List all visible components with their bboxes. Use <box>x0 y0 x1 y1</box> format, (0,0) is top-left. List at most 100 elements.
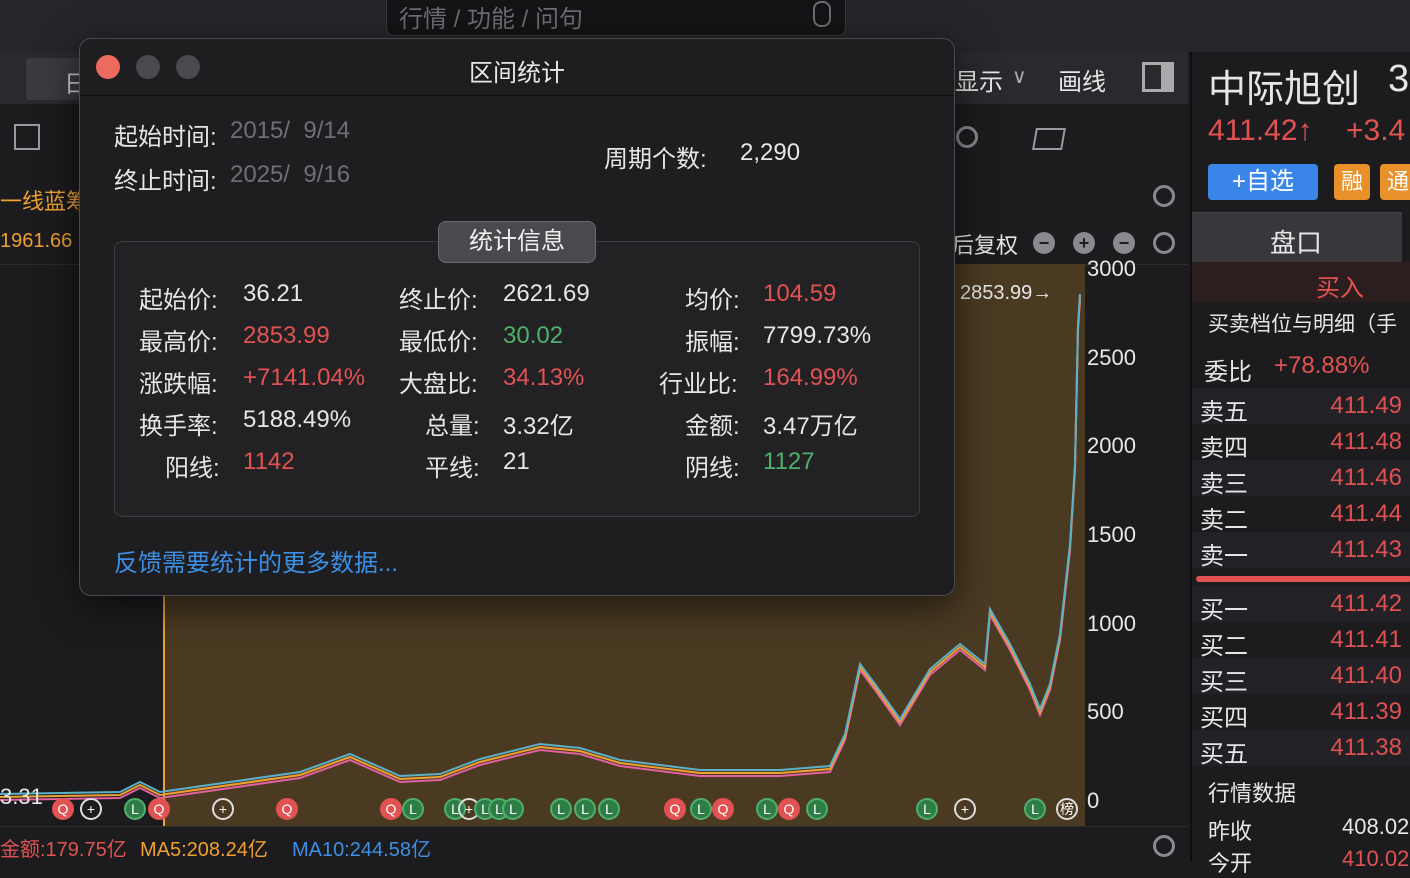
event-marker[interactable]: L <box>916 798 938 820</box>
buy-button[interactable]: 买入 <box>1192 262 1410 302</box>
event-marker[interactable]: Q <box>52 798 74 820</box>
end-price-value: 2621.69 <box>503 280 590 307</box>
crop-icon[interactable] <box>14 124 40 150</box>
ask-row[interactable]: 卖五 411.49 <box>1192 388 1410 426</box>
tab-pankou[interactable]: 盘口 <box>1192 212 1402 263</box>
bid-row[interactable]: 买五 411.38 <box>1192 730 1410 768</box>
dialog-titlebar: 区间统计 <box>80 39 954 96</box>
event-marker[interactable]: L <box>124 798 146 820</box>
ask-label: 卖五 <box>1200 399 1248 426</box>
flat-count-label: 平线: <box>425 455 480 482</box>
y-axis: 3000 2500 2000 1500 1000 500 0 <box>1085 254 1188 826</box>
event-marker[interactable]: Q <box>276 798 298 820</box>
ask-row[interactable]: 卖四 411.48 <box>1192 424 1410 462</box>
ma5-label: MA5:208.24亿 <box>140 839 268 861</box>
dialog-title: 区间统计 <box>469 60 565 87</box>
zoom-out-icon[interactable]: − <box>1033 232 1055 254</box>
event-marker[interactable]: L <box>806 798 828 820</box>
event-marker[interactable]: Q <box>664 798 686 820</box>
bid-row[interactable]: 买四 411.39 <box>1192 694 1410 732</box>
event-markers: Q + L Q + Q Q L L + L L L L L L Q L Q L Q L L + L 榜 <box>40 798 1100 824</box>
avg-price-value: 104.59 <box>763 280 837 307</box>
period-count-value: 2,290 <box>740 139 801 166</box>
amount-label: 金额: <box>685 413 740 440</box>
right-panel: 中际旭创 3 411.42↑ +3.4 +自选 融 通 盘口 买入 买卖档位与明… <box>1190 52 1410 876</box>
bid-row[interactable]: 买二 411.41 <box>1192 622 1410 660</box>
max-price-marker: 2853.99→ <box>960 282 1053 304</box>
event-marker[interactable]: + <box>212 798 234 820</box>
event-marker[interactable]: 榜 <box>1056 798 1078 820</box>
market-data-title: 行情数据 <box>1208 781 1297 806</box>
end-time-field[interactable]: 2025/ 9/16 <box>230 161 350 189</box>
display-dropdown[interactable]: 显示 <box>955 62 1003 97</box>
draw-line-button[interactable]: 画线 <box>1058 62 1106 97</box>
connect-tag: 通 <box>1380 164 1410 200</box>
event-marker[interactable]: L <box>690 798 712 820</box>
bid-label: 买一 <box>1200 597 1248 624</box>
event-marker[interactable]: L <box>550 798 572 820</box>
event-marker[interactable]: + <box>954 798 976 820</box>
y-tick-label: 3000 <box>1087 256 1136 281</box>
stats-section-label: 统计信息 <box>438 221 596 263</box>
ask-row[interactable]: 卖三 411.46 <box>1192 460 1410 498</box>
y-tick-label: 1000 <box>1087 610 1136 636</box>
gear-icon[interactable] <box>1153 185 1175 207</box>
settings-icon[interactable] <box>956 126 978 148</box>
prev-close-label: 昨收 <box>1208 819 1253 844</box>
fq-toggle[interactable]: 后复权 <box>952 228 1018 260</box>
event-marker[interactable]: Q <box>712 798 734 820</box>
ask-label: 卖三 <box>1200 471 1248 498</box>
event-marker[interactable]: L <box>756 798 778 820</box>
stock-change: +3.4 <box>1346 114 1406 147</box>
price-label-top: 1961.66 <box>0 230 73 252</box>
search-input[interactable]: 行情 / 功能 / 问句 <box>399 0 583 34</box>
feedback-link[interactable]: 反馈需要统计的更多数据... <box>114 543 398 578</box>
ask-row[interactable]: 卖一 411.43 <box>1192 532 1410 570</box>
gear-icon[interactable] <box>1153 835 1175 857</box>
event-marker[interactable]: + <box>80 798 102 820</box>
event-marker[interactable]: L <box>1024 798 1046 820</box>
range-stats-dialog: 区间统计 起始时间: 2015/ 9/14 终止时间: 2025/ 9/16 周… <box>79 38 955 596</box>
search-box[interactable]: 行情 / 功能 / 问句 <box>386 0 846 36</box>
event-marker[interactable]: L <box>598 798 620 820</box>
start-time-label: 起始时间: <box>114 124 217 151</box>
margin-tag: 融 <box>1334 164 1370 200</box>
low-price-value: 30.02 <box>503 322 564 349</box>
ask-price: 411.46 <box>1330 464 1402 491</box>
microphone-icon[interactable] <box>813 1 831 27</box>
up-count-label: 阳线: <box>165 455 220 482</box>
minus-icon[interactable]: − <box>1113 232 1135 254</box>
ask-row[interactable]: 卖二 411.44 <box>1192 496 1410 534</box>
down-count-value: 1127 <box>763 448 815 475</box>
event-marker[interactable]: L <box>574 798 596 820</box>
turnover-label: 换手率: <box>139 413 218 440</box>
bid-price: 411.40 <box>1330 662 1402 689</box>
event-marker[interactable]: L <box>402 798 424 820</box>
ask-price: 411.44 <box>1330 500 1402 527</box>
ask-price: 411.43 <box>1330 536 1402 563</box>
bid-row[interactable]: 买三 411.40 <box>1192 658 1410 696</box>
gear-icon[interactable] <box>1153 232 1175 254</box>
amplitude-label: 振幅: <box>685 329 740 356</box>
add-watchlist-button[interactable]: +自选 <box>1208 164 1318 200</box>
bid-ask-ratio-bar <box>1196 576 1410 582</box>
avg-price-label: 均价: <box>685 287 740 314</box>
stock-name: 中际旭创 <box>1208 69 1361 111</box>
event-marker[interactable]: Q <box>778 798 800 820</box>
high-price-label: 最高价: <box>139 329 218 356</box>
zoom-in-icon[interactable]: + <box>1073 232 1095 254</box>
ask-price: 411.48 <box>1330 428 1402 455</box>
bid-row[interactable]: 买一 411.42 <box>1192 586 1410 624</box>
bid-price: 411.42 <box>1330 590 1402 617</box>
panel-toggle-icon[interactable] <box>1142 62 1174 92</box>
open-label: 今开 <box>1208 851 1253 876</box>
ask-label: 卖一 <box>1200 543 1248 570</box>
turnover-value: 5188.49% <box>243 406 352 433</box>
event-marker[interactable]: L <box>502 798 524 820</box>
event-marker[interactable]: Q <box>380 798 402 820</box>
industry-ratio-value: 164.99% <box>763 364 858 391</box>
event-marker[interactable]: Q <box>148 798 170 820</box>
chevron-down-icon[interactable]: ∨ <box>1012 64 1027 89</box>
start-time-field[interactable]: 2015/ 9/14 <box>230 117 350 145</box>
layers-icon[interactable] <box>1032 128 1066 150</box>
